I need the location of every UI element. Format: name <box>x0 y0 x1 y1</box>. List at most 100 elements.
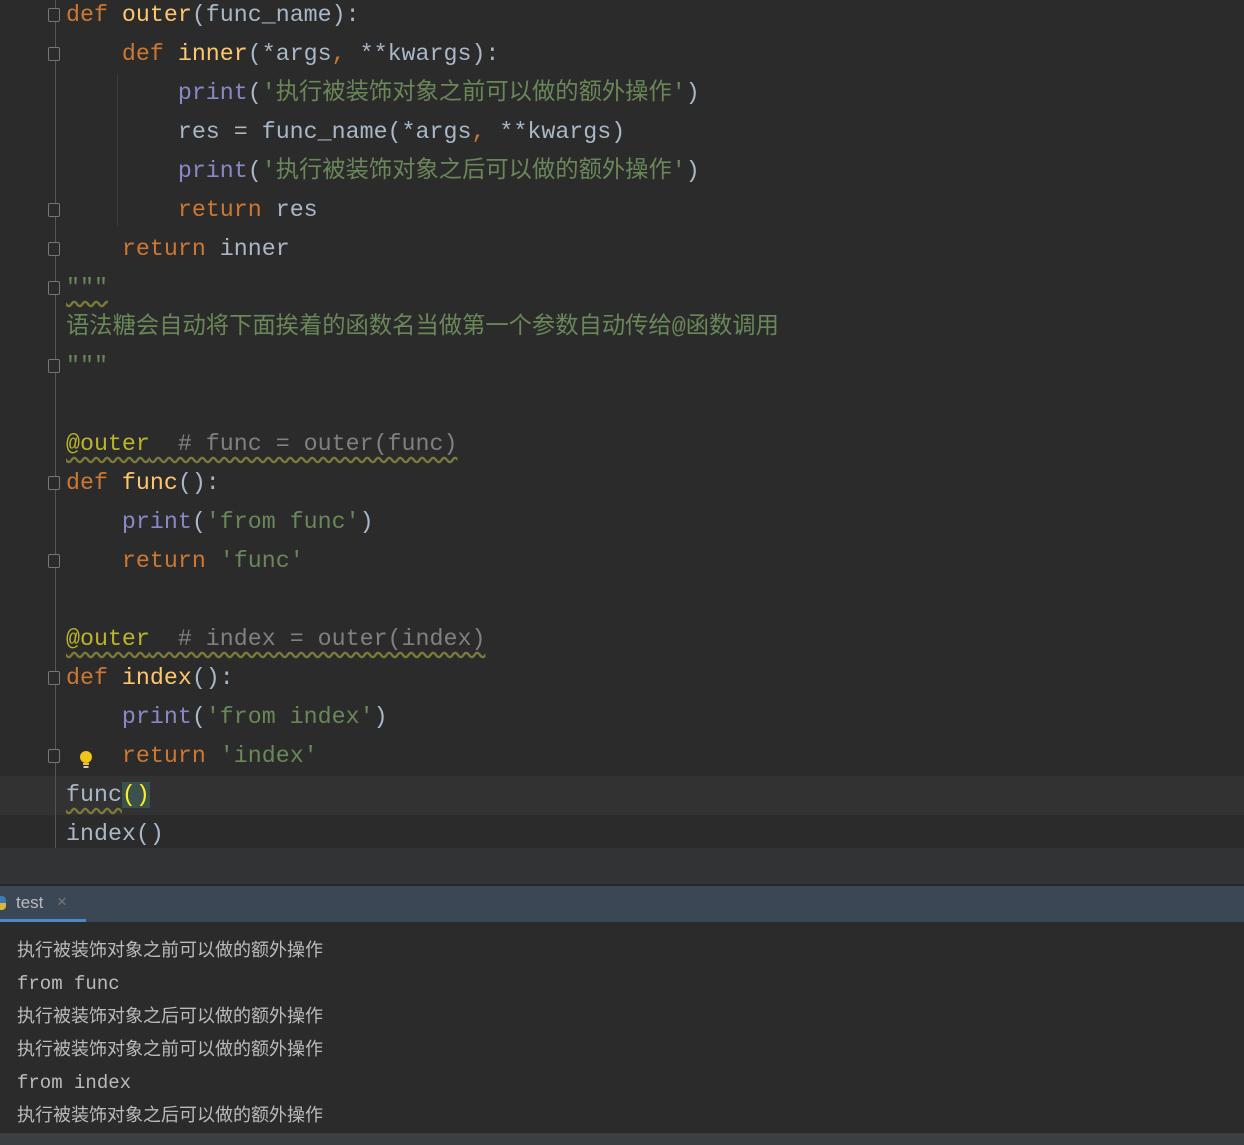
code-token: **kwargs): <box>359 41 500 67</box>
code-editor[interactable]: def outer(func_name): def inner(*args, *… <box>0 0 1244 848</box>
fold-marker-icon[interactable] <box>48 242 60 256</box>
output-line: 执行被装饰对象之后可以做的额外操作 <box>17 1105 323 1126</box>
code-token: func <box>121 470 178 496</box>
code-token: def <box>66 2 122 28</box>
output-line: from index <box>17 1072 132 1094</box>
code-token: 'index' <box>219 743 318 769</box>
gutter-divider <box>55 0 56 848</box>
code-token: (func_name): <box>191 2 360 28</box>
code-token: # func = outer(func) <box>149 431 458 457</box>
code-line[interactable]: """ <box>66 347 108 386</box>
fold-marker-icon[interactable] <box>48 476 60 490</box>
code-token: (*args <box>247 41 332 67</box>
code-line[interactable]: return inner <box>66 230 290 269</box>
fold-marker-icon[interactable] <box>48 749 60 763</box>
code-token: func <box>66 782 122 808</box>
code-line[interactable]: print('执行被装饰对象之前可以做的额外操作') <box>66 74 700 113</box>
code-token: res <box>275 197 318 223</box>
output-line: 执行被装饰对象之后可以做的额外操作 <box>17 1006 323 1027</box>
code-token: 'func' <box>219 548 304 574</box>
code-token: print <box>121 509 192 535</box>
code-line[interactable]: def outer(func_name): <box>66 0 360 35</box>
lightbulb-icon[interactable] <box>79 751 93 769</box>
code-token: return <box>121 236 220 262</box>
code-token: ( <box>191 704 206 730</box>
code-token: print <box>177 80 248 106</box>
output-line: from func <box>17 973 120 995</box>
code-token: @outer <box>66 626 150 652</box>
code-line[interactable]: def index(): <box>66 659 234 698</box>
code-line[interactable]: return 'index' <box>66 737 318 776</box>
code-line[interactable]: def func(): <box>66 464 220 503</box>
close-icon[interactable]: × <box>57 892 67 912</box>
code-line[interactable]: @outer # index = outer(index) <box>66 620 485 659</box>
code-token: # index = outer(index) <box>149 626 486 652</box>
code-line[interactable]: """ <box>66 269 108 308</box>
code-token: ) <box>685 80 700 106</box>
code-line[interactable]: return res <box>66 191 318 230</box>
code-token: ) <box>685 158 700 184</box>
python-icon <box>0 896 6 910</box>
bottom-toolbar <box>0 1133 1244 1145</box>
fold-marker-icon[interactable] <box>48 281 60 295</box>
fold-marker-icon[interactable] <box>48 671 60 685</box>
code-token: index <box>121 665 192 691</box>
code-token: ( <box>191 509 206 535</box>
code-token: def <box>66 665 122 691</box>
code-token: res = func_name(*args <box>66 119 472 145</box>
fold-marker-icon[interactable] <box>48 203 60 217</box>
code-token: , <box>331 41 360 67</box>
code-line[interactable]: @outer # func = outer(func) <box>66 425 457 464</box>
code-token: inner <box>177 41 248 67</box>
code-token: (): <box>191 665 234 691</box>
code-token: def <box>66 470 122 496</box>
code-token: return <box>121 548 220 574</box>
panel-splitter[interactable] <box>0 848 1244 886</box>
fold-marker-icon[interactable] <box>48 554 60 568</box>
code-token: **kwargs) <box>499 119 626 145</box>
code-line[interactable]: print('from func') <box>66 503 374 542</box>
code-token: inner <box>219 236 290 262</box>
run-tab-label: test <box>16 893 44 912</box>
code-token: """ <box>66 275 108 301</box>
run-tab-bar: test × <box>0 886 1244 922</box>
code-token: def <box>121 41 178 67</box>
code-token: 'from index' <box>205 704 374 730</box>
output-line: 执行被装饰对象之前可以做的额外操作 <box>17 940 323 961</box>
code-line[interactable]: print('from index') <box>66 698 388 737</box>
code-token: () <box>121 782 150 808</box>
code-token: , <box>471 119 500 145</box>
code-token: ( <box>247 158 262 184</box>
output-line: 执行被装饰对象之前可以做的额外操作 <box>17 1039 323 1060</box>
code-token: print <box>121 704 192 730</box>
code-token: (): <box>177 470 220 496</box>
current-line-highlight <box>0 776 1244 815</box>
code-token: outer <box>121 2 192 28</box>
fold-marker-icon[interactable] <box>48 47 60 61</box>
fold-marker-icon[interactable] <box>48 359 60 373</box>
code-token: 语法糖会自动将下面挨着的函数名当做第一个参数自动传给@函数调用 <box>66 314 779 340</box>
code-line[interactable]: res = func_name(*args, **kwargs) <box>66 113 625 152</box>
code-line[interactable]: 语法糖会自动将下面挨着的函数名当做第一个参数自动传给@函数调用 <box>66 308 779 347</box>
run-tab-test[interactable]: test × <box>0 886 86 922</box>
code-token: @outer <box>66 431 150 457</box>
run-output: 执行被装饰对象之前可以做的额外操作 from func 执行被装饰对象之后可以做的额… <box>0 922 1244 1133</box>
code-line[interactable]: index() <box>66 815 164 848</box>
code-token: ( <box>247 80 262 106</box>
code-token: return <box>121 743 220 769</box>
code-line[interactable]: def inner(*args, **kwargs): <box>66 35 500 74</box>
code-token: '执行被装饰对象之前可以做的额外操作' <box>261 80 686 106</box>
code-line[interactable]: return 'func' <box>66 542 304 581</box>
fold-marker-icon[interactable] <box>48 8 60 22</box>
code-token: 'from func' <box>205 509 360 535</box>
code-line[interactable]: func() <box>66 776 150 815</box>
code-line[interactable]: print('执行被装饰对象之后可以做的额外操作') <box>66 152 700 191</box>
